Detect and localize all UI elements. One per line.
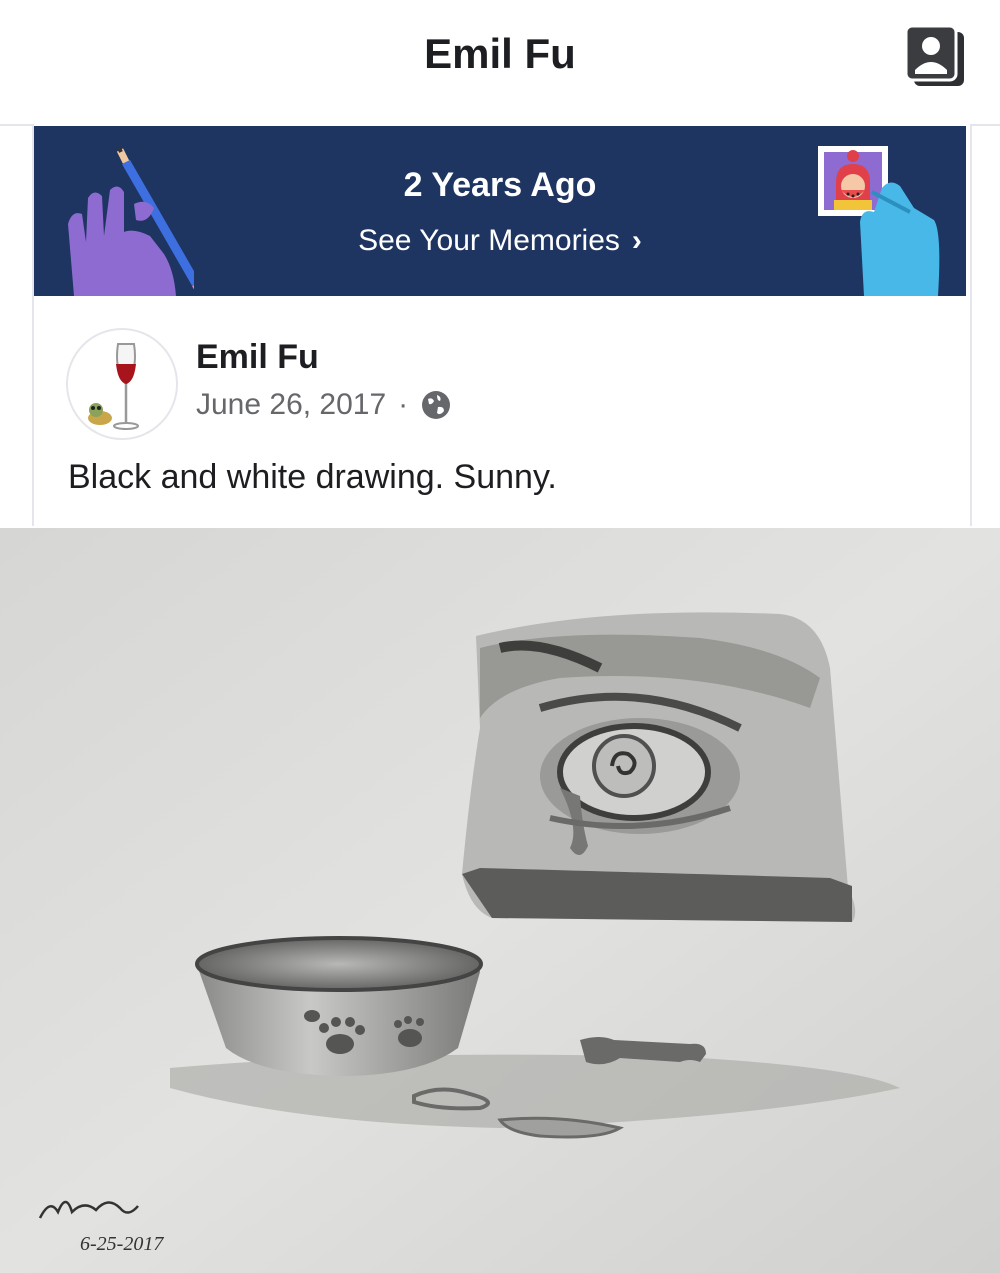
post-date[interactable]: June 26, 2017 [196,388,386,422]
see-memories-label: See Your Memories [358,224,620,257]
post-text: Black and white drawing. Sunny. [68,458,557,496]
profile-icon [904,24,964,86]
author-avatar[interactable] [66,328,178,440]
top-bar: Emil Fu [0,0,1000,126]
post-author[interactable]: Emil Fu [196,338,319,377]
hand-photo-illustration [818,146,940,296]
memories-banner[interactable]: 2 Years Ago See Your Memories › [34,126,966,296]
post-photo[interactable]: 6-25-2017 [0,528,1000,1273]
page-title: Emil Fu [424,30,576,77]
meta-separator: · [398,388,409,421]
wine-glass-frog-avatar [88,343,139,430]
globe-icon[interactable] [420,389,452,421]
signature-date: 6-25-2017 [80,1233,164,1255]
post-meta: June 26, 2017 · [196,388,452,422]
pencil-drawing-image: 6-25-2017 [0,528,1000,1273]
chevron-right-icon: › [631,224,642,257]
profile-switch-button[interactable] [902,24,972,90]
